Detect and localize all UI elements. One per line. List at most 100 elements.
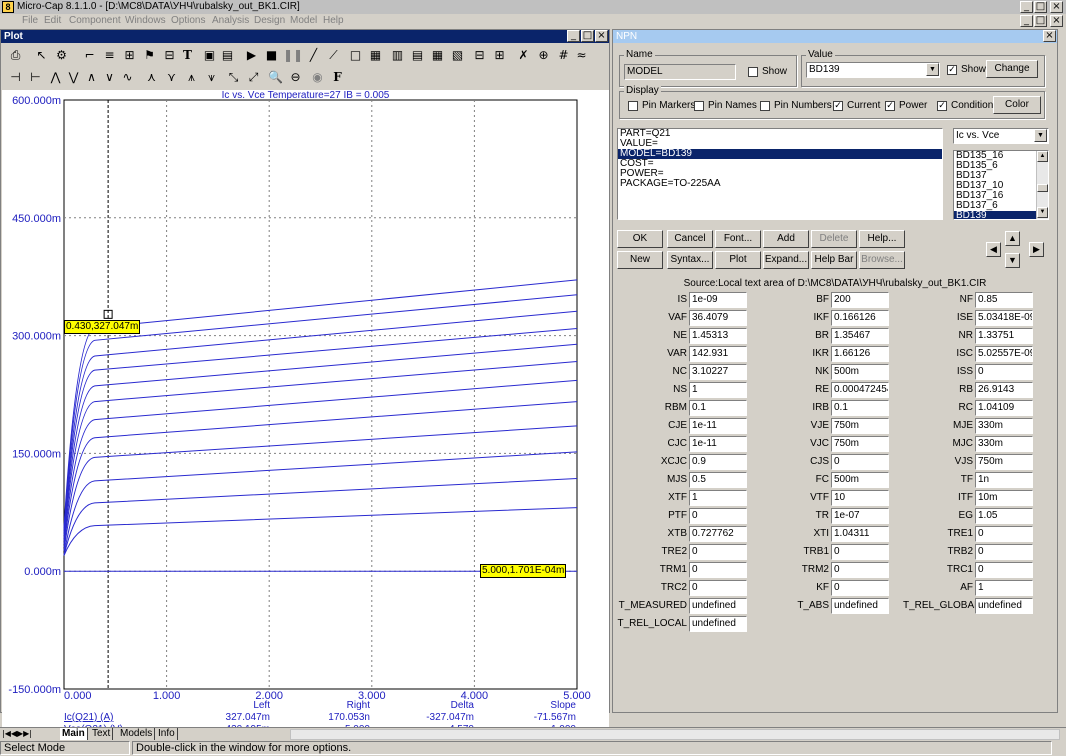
peak-left-icon[interactable]: ⊣ [7, 69, 24, 86]
close-button[interactable]: × [1050, 1, 1063, 13]
layout-2-icon[interactable]: ▤ [409, 47, 426, 64]
point-tag-icon[interactable]: ⤡ [225, 69, 242, 86]
param-field[interactable]: 0 [689, 508, 747, 524]
param-field[interactable]: 0.727762 [689, 526, 747, 542]
layout-4-icon[interactable]: ▧ [449, 47, 466, 64]
font-icon[interactable]: F [329, 69, 346, 86]
param-field[interactable]: 0 [689, 544, 747, 560]
plot-button[interactable]: Plot [715, 251, 761, 269]
menu-options[interactable]: Options [171, 14, 205, 27]
zoom-in-icon[interactable]: 🔍 [267, 69, 284, 86]
param-field[interactable]: 0.166126 [831, 310, 889, 326]
tile-h-icon[interactable]: ⊟ [471, 47, 488, 64]
run-icon[interactable]: ▶ [243, 47, 260, 64]
scroll-thumb[interactable] [1037, 184, 1048, 192]
add-button[interactable]: Add [763, 230, 809, 248]
attr-line[interactable]: PART=Q21 [618, 129, 942, 139]
param-field[interactable]: 1 [689, 382, 747, 398]
npn-close-button[interactable]: × [1043, 30, 1056, 42]
print-icon[interactable]: ⎙ [7, 47, 24, 64]
tab-text[interactable]: Text [90, 728, 114, 740]
bus-icon[interactable]: ≡ [101, 47, 118, 64]
param-field[interactable]: 1.05 [975, 508, 1033, 524]
expand-button[interactable]: Expand... [763, 251, 809, 269]
change-button[interactable]: Change [986, 60, 1038, 78]
param-field[interactable]: 1e-11 [689, 436, 747, 452]
component-icon[interactable]: ⚙ [53, 47, 70, 64]
param-field[interactable]: undefined [975, 598, 1033, 614]
attr-line-selected[interactable]: MODEL=BD139 [618, 149, 942, 159]
ok-button[interactable]: OK [617, 230, 663, 248]
param-field[interactable]: 1e-11 [689, 418, 747, 434]
param-field[interactable]: 750m [975, 454, 1033, 470]
cursor1-tag[interactable]: 0.430,327.047m [64, 320, 141, 334]
menu-analysis[interactable]: Analysis [212, 14, 249, 27]
param-field[interactable]: 0 [689, 580, 747, 596]
browse-button[interactable]: Browse... [859, 251, 905, 269]
cursor2-tag[interactable]: 5.000,1.701E-04m [480, 564, 567, 578]
power-checkbox[interactable]: ✓ [885, 101, 895, 111]
value-show-checkbox[interactable]: ✓ [947, 65, 957, 75]
window-icon[interactable]: ▤ [219, 47, 236, 64]
new-button[interactable]: New [617, 251, 663, 269]
nav-right-arrow-icon[interactable]: ▶ [1029, 242, 1044, 257]
param-field[interactable]: undefined [831, 598, 889, 614]
condition-checkbox[interactable]: ✓ [937, 101, 947, 111]
attribute-textbox[interactable]: PART=Q21 VALUE= MODEL=BD139 COST= POWER=… [617, 128, 943, 220]
param-field[interactable]: 1e-09 [689, 292, 747, 308]
param-field[interactable]: 0.9 [689, 454, 747, 470]
tag-icon[interactable]: # [555, 47, 572, 64]
plot-area[interactable]: 600.000m 450.000m 300.000m 150.000m 0.000m -1… [2, 90, 609, 742]
nav-up-arrow-icon[interactable]: ▲ [1005, 231, 1020, 246]
param-field[interactable]: 1.45313 [689, 328, 747, 344]
param-field[interactable]: 10m [975, 490, 1033, 506]
param-field[interactable]: 0 [975, 364, 1033, 380]
nav-left-arrow-icon[interactable]: ◀ [986, 242, 1001, 257]
param-field[interactable]: 0.1 [831, 400, 889, 416]
param-field[interactable]: 330m [975, 418, 1033, 434]
param-field[interactable]: 0.000472454 [831, 382, 889, 398]
param-field[interactable]: 0 [831, 562, 889, 578]
menu-windows[interactable]: Windows [125, 14, 166, 27]
param-field[interactable]: 0.85 [975, 292, 1033, 308]
nav-down-arrow-icon[interactable]: ▼ [1005, 253, 1020, 268]
low-icon[interactable]: ∨ [101, 69, 118, 86]
param-field[interactable]: 500m [831, 364, 889, 380]
help-button[interactable]: Help... [859, 230, 905, 248]
table-icon[interactable]: ▦ [367, 47, 384, 64]
inflection-icon[interactable]: ∿ [119, 69, 136, 86]
pause-icon[interactable]: ❚❚ [283, 47, 303, 64]
grid-text-icon[interactable]: ⊟ [161, 47, 178, 64]
tile-v-icon[interactable]: ⊞ [491, 47, 508, 64]
param-field[interactable]: 5.03418E-09 [975, 310, 1033, 326]
attr-line[interactable]: COST= [618, 159, 942, 169]
param-field[interactable]: undefined [689, 598, 747, 614]
doc-minimize-button[interactable]: _ [1020, 15, 1033, 27]
param-field[interactable]: 1.04311 [831, 526, 889, 542]
param-field[interactable]: 0 [831, 580, 889, 596]
syntax-button[interactable]: Syntax... [667, 251, 713, 269]
valley-icon[interactable]: ⋁ [65, 69, 82, 86]
global-low-icon[interactable]: ⋎ [163, 69, 180, 86]
wave-icon[interactable]: ≈ [573, 47, 590, 64]
pin-names-checkbox[interactable] [694, 101, 704, 111]
param-field[interactable]: 36.4079 [689, 310, 747, 326]
cancel-button[interactable]: Cancel [667, 230, 713, 248]
plot-type-dropdown-arrow-icon[interactable]: ▼ [1034, 129, 1047, 142]
value-field[interactable]: BD139 [806, 62, 940, 78]
scale-icon[interactable]: ⊕ [535, 47, 552, 64]
pin-numbers-checkbox[interactable] [760, 101, 770, 111]
menu-component[interactable]: Component [69, 14, 121, 27]
ic-vce-chart[interactable]: 600.000m450.000m300.000m150.000m0.000m-1… [2, 90, 609, 742]
scale-props-icon[interactable]: ◉ [309, 69, 326, 86]
menu-help[interactable]: Help [323, 14, 344, 27]
tab-info[interactable]: Info [156, 728, 178, 740]
text-icon[interactable]: T [179, 47, 196, 64]
flag-icon[interactable]: ⚑ [141, 47, 158, 64]
plot-minimize-button[interactable]: _ [567, 30, 580, 42]
param-field[interactable]: 750m [831, 436, 889, 452]
model-list-item-selected[interactable]: BD139 [954, 211, 1048, 219]
tab-nav-arrows-icon[interactable]: |◀◀▶▶| [2, 728, 32, 740]
ellipse-line-icon[interactable]: ⟋ [325, 47, 342, 64]
app-icon[interactable]: 8 [2, 1, 14, 13]
